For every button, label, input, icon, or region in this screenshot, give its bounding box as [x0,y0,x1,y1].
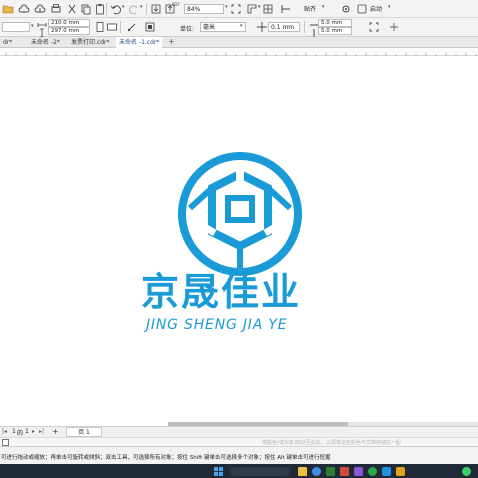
print-icon[interactable] [50,3,62,15]
cloud-save-icon[interactable] [18,3,30,15]
copy-icon[interactable] [80,3,92,15]
grid-icon[interactable] [262,3,274,15]
cloud-upload-icon[interactable] [34,3,46,15]
units-dropdown-icon[interactable]: ▾ [240,23,243,29]
zoom-level-field[interactable]: 84% [184,4,224,14]
current-page-icon[interactable] [144,21,156,33]
undo-dropdown-icon[interactable]: ▾ [122,4,125,10]
tab-doc-0[interactable]: dr* [0,37,15,48]
tab-doc-1[interactable]: 未命名 -2* [28,37,63,48]
options-gear-icon[interactable] [340,3,352,15]
page-tab[interactable]: 页 1 [66,427,102,437]
page-frame-icon[interactable] [368,21,380,33]
file-explorer-icon[interactable] [298,467,307,476]
first-page-icon[interactable]: |◂ [2,428,7,435]
windows-start-icon[interactable] [214,467,223,476]
tab-doc-2[interactable]: 发票打印.cdr* [68,37,112,48]
redo-dropdown-icon[interactable]: ▾ [140,4,143,10]
palette-hint: 将颜色(或对象)拖动至此处，以便将这些颜色与文档存储在一起 [262,440,401,446]
full-screen-icon[interactable] [230,3,242,15]
units-label: 单位: [180,26,195,33]
pinned-app-icon[interactable] [354,467,363,476]
add-page-icon[interactable]: + [52,427,59,436]
status-bar: 可进行拖动或缩放；再单击可旋转或倾斜；双击工具，可选择所有对象；按住 Shift… [0,446,478,464]
logo-pinyin[interactable]: JING SHENG JIA YE [146,317,336,333]
office-app-icon[interactable] [340,467,349,476]
duplicate-y-field[interactable]: 5.0 mm [318,27,352,35]
page-height-field[interactable]: 297.0 mm [48,27,90,35]
drawing-canvas[interactable]: 京晟佳业 JING SHENG JIA YE [0,56,478,422]
property-bar: ▾ 210.0 mm 297.0 mm 单位: 毫米 ▾ 0.1 mm 5.0 … [0,18,478,38]
page-height-icon [36,27,48,38]
logo-emblem[interactable] [174,148,306,280]
logo-chinese-name[interactable]: 京晟佳业 [141,270,337,314]
standard-toolbar: ▾ ▾ PDF 84% ▾ ▾ 贴齐 ▾ 启动 ▾ [0,0,478,18]
undo-icon[interactable] [110,3,122,15]
next-page-icon[interactable]: ▸ [32,428,35,435]
landscape-icon[interactable] [106,21,118,33]
open-icon[interactable] [2,3,14,15]
tray-app-icon[interactable] [462,467,471,476]
new-tab-icon[interactable]: + [168,37,175,47]
duplicate-x-icon [308,19,318,27]
wechat-icon[interactable] [368,467,377,476]
launch-label[interactable]: 启动 [370,4,382,13]
duplicate-y-icon [308,27,316,37]
duplicate-x-field[interactable]: 5.0 mm [318,19,352,27]
add-icon[interactable] [388,21,400,33]
messenger-icon[interactable] [382,467,391,476]
page-navigator: |◂ 1 的 1 ▸ ▸| + 页 1 [0,426,478,437]
rulers-dropdown-icon[interactable]: ▾ [258,4,261,10]
current-page-number: 1 [12,428,16,435]
page-size-dropdown-icon[interactable]: ▾ [31,23,34,29]
redo-icon[interactable] [128,3,140,15]
launch-dropdown-icon[interactable]: ▾ [388,4,391,10]
pdf-icon[interactable]: PDF [172,2,182,14]
total-pages: 1 [25,428,29,435]
pinned-app-2-icon[interactable] [396,467,405,476]
tab-doc-3-active[interactable]: 未命名 -1.cdr* [116,37,163,48]
paste-icon[interactable] [94,3,106,15]
coreldraw-icon[interactable] [326,467,335,476]
last-page-icon[interactable]: ▸| [39,428,44,435]
taskbar-search-input[interactable] [230,467,290,476]
all-pages-icon[interactable] [126,21,138,33]
page-width-field[interactable]: 210.0 mm [48,19,90,27]
browser-icon[interactable] [312,467,321,476]
document-palette[interactable]: 将颜色(或对象)拖动至此处，以便将这些颜色与文档存储在一起 [0,437,478,446]
status-message: 可进行拖动或缩放；再单击可旋转或倾斜；双击工具，可选择所有对象；按住 Shift… [1,455,331,461]
zoom-dropdown-icon[interactable]: ▾ [225,4,228,10]
nudge-distance-field[interactable]: 0.1 mm [268,22,300,32]
cut-icon[interactable] [66,3,78,15]
snap-dropdown-icon[interactable]: ▾ [322,4,325,10]
horizontal-ruler[interactable] [0,48,478,56]
windows-taskbar [0,464,478,478]
page-of-label: 的 [17,430,24,437]
nudge-icon [256,21,268,33]
rulers-icon[interactable] [246,3,258,15]
page-size-field[interactable] [2,22,30,32]
import-icon[interactable] [150,3,162,15]
portrait-icon[interactable] [94,21,106,33]
no-color-swatch[interactable] [2,439,9,446]
document-tabs: dr* 未命名 -2* 发票打印.cdr* 未命名 -1.cdr* + [0,37,478,48]
guidelines-icon[interactable] [280,3,292,15]
snap-to-label[interactable]: 贴齐 [304,4,316,13]
app-launcher-icon[interactable] [356,3,368,15]
